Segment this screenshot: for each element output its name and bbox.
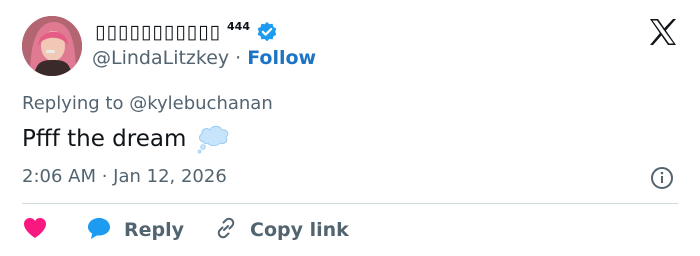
- replying-to: Replying to @kylebuchanan: [22, 93, 273, 114]
- copy-link-label: Copy link: [250, 219, 349, 241]
- x-logo-icon[interactable]: [648, 18, 678, 46]
- follow-button[interactable]: Follow: [247, 47, 316, 69]
- replying-prefix: Replying to: [22, 93, 130, 114]
- divider: [22, 203, 678, 204]
- avatar[interactable]: [22, 16, 82, 76]
- name-superscript: 444: [227, 19, 250, 33]
- replying-to-handle[interactable]: @kylebuchanan: [129, 93, 273, 114]
- like-button[interactable]: [22, 216, 48, 244]
- timestamp[interactable]: 2:06 AM · Jan 12, 2026: [22, 166, 227, 187]
- info-icon[interactable]: [650, 166, 674, 190]
- reply-label: Reply: [124, 219, 185, 241]
- name-row: ▯▯▯▯▯▯▯▯▯▯▯ 444: [95, 18, 278, 46]
- separator-dot: ·: [235, 47, 242, 69]
- heart-icon: [22, 216, 48, 244]
- tweet-body: Pfff the dream: [22, 126, 187, 152]
- display-name[interactable]: ▯▯▯▯▯▯▯▯▯▯▯: [95, 21, 221, 43]
- tweet-text: Pfff the dream: [22, 124, 230, 154]
- verified-badge-icon: [256, 21, 278, 43]
- user-handle[interactable]: @LindaLitzkey: [92, 47, 229, 69]
- copy-link-button[interactable]: Copy link: [214, 216, 349, 244]
- reply-button[interactable]: Reply: [86, 216, 184, 244]
- thought-balloon-icon: [196, 124, 230, 154]
- action-bar: Reply Copy link: [22, 214, 349, 246]
- reply-bubble-icon: [86, 216, 112, 244]
- link-icon: [214, 216, 238, 244]
- tweet-card: ▯▯▯▯▯▯▯▯▯▯▯ 444 @LindaLitzkey · Follow R…: [0, 0, 700, 256]
- handle-row: @LindaLitzkey · Follow: [92, 47, 316, 69]
